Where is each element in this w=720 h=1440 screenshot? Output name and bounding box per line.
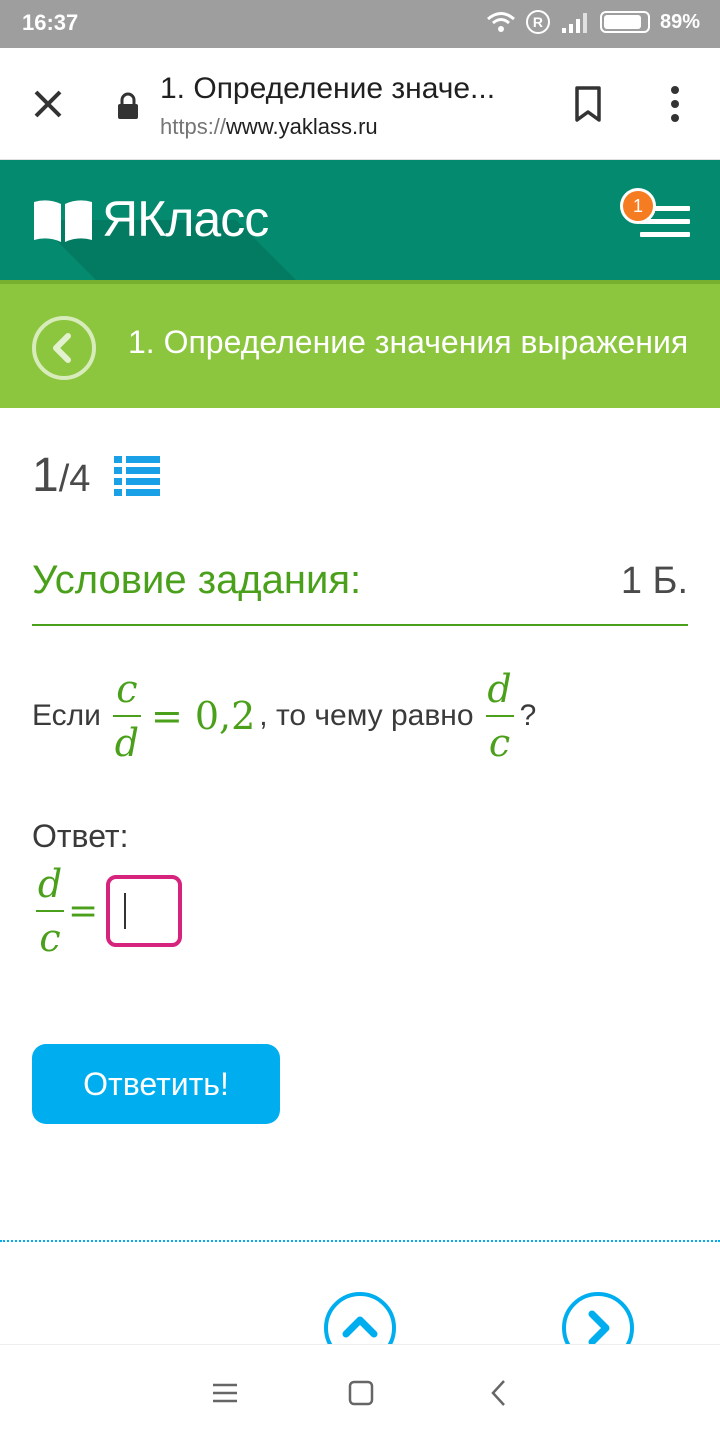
- recents-icon[interactable]: [207, 1375, 243, 1411]
- registered-icon: R: [525, 10, 550, 34]
- battery-icon: [599, 11, 650, 33]
- site-header: ЯКласс 1: [0, 160, 720, 280]
- system-nav-bar: [0, 1344, 720, 1440]
- fraction-denominator: d: [114, 721, 140, 765]
- task-progress: 1/4: [32, 448, 90, 503]
- browser-toolbar: 1. Определение значе... https://www.yakl…: [0, 48, 720, 160]
- answer-row: d c =: [36, 862, 183, 960]
- task-points: 1 Б.: [620, 560, 688, 602]
- notification-badge: 1: [620, 188, 656, 224]
- equals-value: = 0,2: [150, 694, 256, 738]
- answer-equals: =: [68, 890, 99, 932]
- status-time: 16:37: [22, 10, 79, 35]
- question-text: Если c d = 0,2 , то чему равно d c ?: [32, 664, 536, 768]
- condition-title: Условие задания:: [32, 558, 362, 602]
- status-bar: 16:37 R 89%: [0, 0, 720, 48]
- fraction-d-over-c: d c: [485, 667, 514, 765]
- list-icon[interactable]: [114, 454, 160, 496]
- condition-divider: [32, 624, 688, 626]
- lock-icon: [118, 92, 138, 119]
- wifi-icon: [487, 12, 515, 32]
- book-logo-icon[interactable]: [32, 198, 94, 244]
- chevron-left-icon: [53, 333, 71, 363]
- signal-icon: [561, 13, 587, 33]
- back-button[interactable]: [32, 316, 96, 380]
- question-suffix: ?: [519, 699, 537, 732]
- back-icon[interactable]: [482, 1375, 518, 1411]
- progress-current: 1: [32, 449, 59, 502]
- browser-url[interactable]: https://www.yaklass.ru: [160, 114, 378, 140]
- progress-total: /4: [58, 458, 91, 500]
- url-scheme: https://: [160, 114, 227, 139]
- fraction-denominator: c: [39, 916, 61, 960]
- site-brand[interactable]: ЯКласс: [102, 190, 269, 248]
- answer-fraction: d c: [36, 862, 64, 960]
- text-cursor: [124, 893, 127, 929]
- fraction-denominator: c: [488, 721, 511, 765]
- fraction-numerator: d: [487, 667, 512, 711]
- question-middle: , то чему равно: [259, 699, 474, 732]
- topic-bar: 1. Определение значения выражения: [0, 280, 720, 408]
- fraction-numerator: d: [37, 862, 63, 906]
- submit-button[interactable]: Ответить!: [32, 1044, 280, 1124]
- more-vert-icon[interactable]: [660, 84, 690, 124]
- home-icon[interactable]: [343, 1375, 379, 1411]
- close-icon[interactable]: [28, 84, 68, 124]
- answer-label: Ответ:: [32, 818, 129, 854]
- section-divider: [0, 1240, 720, 1242]
- status-icons: R 89%: [486, 10, 700, 34]
- fraction-c-over-d: c d: [112, 667, 141, 765]
- topic-title: 1. Определение значения выражения: [128, 324, 689, 360]
- fraction-numerator: c: [116, 667, 138, 711]
- question-prefix: Если: [32, 699, 101, 732]
- bookmark-icon[interactable]: [572, 84, 604, 124]
- answer-input[interactable]: [106, 875, 183, 947]
- battery-percent: 89%: [659, 10, 700, 33]
- url-host: www.yaklass.ru: [226, 114, 378, 139]
- browser-page-title[interactable]: 1. Определение значе...: [160, 72, 495, 106]
